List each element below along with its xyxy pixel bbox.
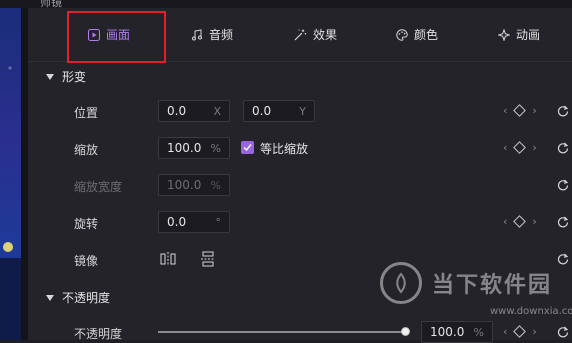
tab-audio[interactable]: 音频 — [191, 8, 233, 61]
prev-keyframe-button[interactable]: ‹ — [503, 325, 507, 338]
prev-keyframe-button[interactable]: ‹ — [503, 215, 507, 228]
tab-effects[interactable]: 效果 — [293, 8, 337, 61]
scale-width-input: 100.0 % — [158, 174, 230, 196]
next-keyframe-button[interactable]: › — [532, 325, 536, 338]
checkmark-icon — [243, 144, 252, 152]
next-keyframe-button[interactable]: › — [532, 104, 536, 117]
keyframe-controls-opacity: ‹ › — [503, 325, 537, 338]
add-keyframe-icon[interactable] — [513, 141, 527, 154]
opacity-slider-handle[interactable] — [401, 327, 410, 336]
opacity-slider-track[interactable] — [158, 331, 406, 333]
reset-icon[interactable] — [557, 179, 569, 191]
tab-color[interactable]: 颜色 — [396, 8, 438, 61]
lock-ratio-checkbox[interactable] — [241, 141, 254, 154]
reset-icon[interactable] — [557, 253, 569, 265]
next-keyframe-button[interactable]: › — [532, 141, 536, 154]
reset-icon[interactable] — [557, 105, 569, 117]
preview-moon — [3, 242, 13, 252]
tab-label: 音频 — [209, 28, 234, 42]
lock-ratio-label[interactable]: 等比缩放 — [260, 140, 308, 157]
add-keyframe-icon[interactable] — [513, 325, 527, 338]
annotation-highlight-box — [67, 11, 166, 63]
section-opacity-header[interactable]: 不透明度 — [46, 289, 110, 306]
watermark-text: 当下软件园 — [432, 273, 553, 298]
collapse-caret-icon — [46, 73, 54, 80]
watermark-logo-icon — [380, 262, 422, 304]
mirror-label: 镜像 — [74, 254, 99, 268]
panel-divider[interactable] — [21, 8, 28, 340]
window-top-strip: 师镜 — [0, 0, 572, 9]
tab-animation[interactable]: 动画 — [498, 8, 540, 61]
site-watermark: 当下软件园 www.downxia.com — [380, 262, 572, 317]
next-keyframe-button[interactable]: › — [532, 215, 536, 228]
collapse-caret-icon — [46, 294, 54, 301]
position-y-input[interactable]: 0.0 Y — [243, 100, 315, 122]
tab-label: 动画 — [516, 28, 541, 42]
palette-icon — [396, 28, 408, 41]
reset-icon[interactable] — [557, 216, 569, 228]
rotation-input[interactable]: 0.0 ° — [158, 211, 230, 233]
opacity-label: 不透明度 — [74, 327, 123, 341]
magic-wand-icon — [294, 29, 307, 40]
tab-label: 颜色 — [414, 28, 439, 42]
section-title: 不透明度 — [62, 291, 111, 305]
add-keyframe-icon[interactable] — [513, 215, 527, 228]
prev-keyframe-button[interactable]: ‹ — [503, 141, 507, 154]
rotation-label: 旋转 — [74, 217, 99, 231]
scale-width-label: 缩放宽度 — [74, 180, 123, 194]
position-label: 位置 — [74, 106, 99, 120]
section-transform-header[interactable]: 形变 — [46, 68, 86, 85]
flip-vertical-icon[interactable] — [200, 251, 216, 267]
reset-icon[interactable] — [557, 142, 569, 154]
reset-icon[interactable] — [557, 326, 569, 338]
flip-horizontal-icon[interactable] — [160, 251, 176, 267]
tab-label: 效果 — [313, 28, 338, 42]
keyframe-controls-scale: ‹ › — [503, 141, 537, 154]
video-preview-thumbnail — [0, 8, 21, 340]
sparkle-icon — [498, 28, 510, 41]
keyframe-controls-position: ‹ › — [503, 104, 537, 117]
section-title: 形变 — [62, 70, 87, 84]
position-x-input[interactable]: 0.0 X — [158, 100, 230, 122]
add-keyframe-icon[interactable] — [513, 104, 527, 117]
scale-label: 缩放 — [74, 143, 99, 157]
prev-keyframe-button[interactable]: ‹ — [503, 104, 507, 117]
keyframe-controls-rotation: ‹ › — [503, 215, 537, 228]
scale-input[interactable]: 100.0 % — [158, 137, 230, 159]
music-note-icon — [192, 28, 202, 40]
watermark-url: www.downxia.com — [490, 306, 572, 317]
